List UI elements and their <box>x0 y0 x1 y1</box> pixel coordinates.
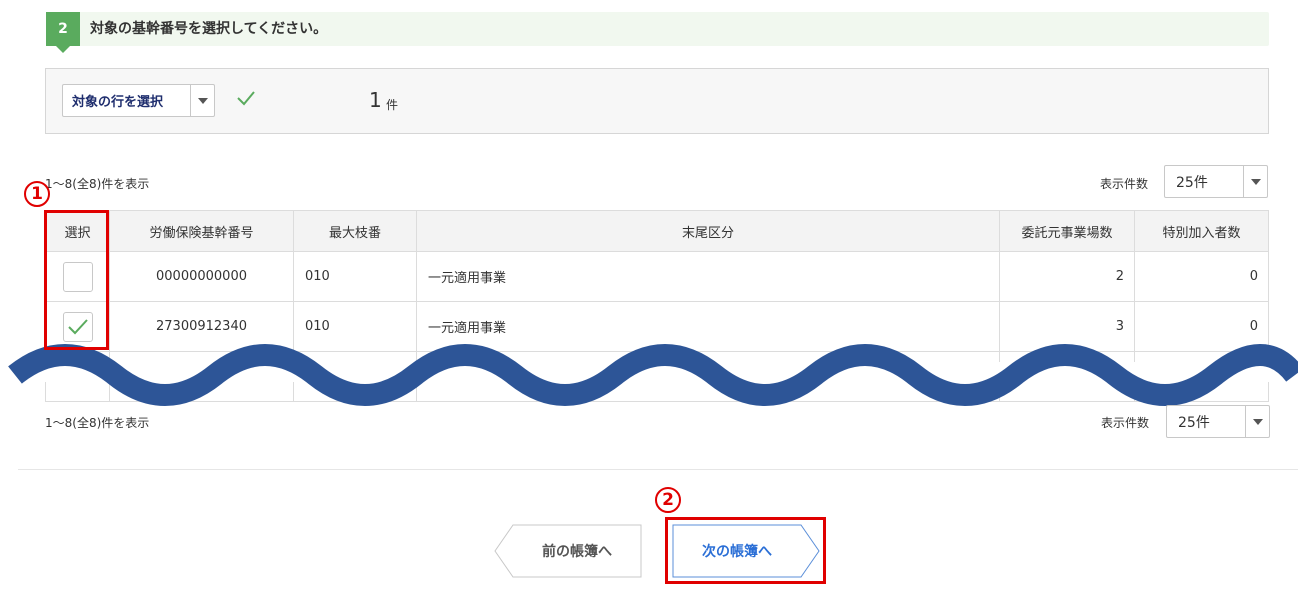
range-text-top: 1～8(全8)件を表示 <box>45 177 150 191</box>
col-header-category: 末尾区分 <box>416 210 1000 252</box>
annotation-marker-1: 1 <box>24 181 50 207</box>
check-icon <box>237 91 255 106</box>
col-header-sites: 委託元事業場数 <box>999 210 1135 252</box>
col-header-branch: 最大枝番 <box>293 210 417 252</box>
per-page-label-top: 表示件数 <box>1100 177 1149 191</box>
per-page-select-top[interactable]: 25件 <box>1164 165 1268 198</box>
select-rows-dropdown[interactable]: 対象の行を選択 <box>62 84 215 117</box>
table-row[interactable]: 00000000000 010 一元適用事業 2 0 <box>45 251 1269 302</box>
step-title: 対象の基幹番号を選択してください。 <box>90 21 328 37</box>
table-header-row: 選択 労働保険基幹番号 最大枝番 末尾区分 委託元事業場数 特別加入者数 <box>45 210 1269 252</box>
selected-count-unit: 件 <box>386 98 399 112</box>
per-page-value-top: 25件 <box>1176 174 1208 191</box>
cell-category: 一元適用事業 <box>416 251 1000 302</box>
chevron-down-icon[interactable] <box>1243 166 1267 197</box>
prev-ledger-button[interactable]: 前の帳簿へ <box>513 524 641 578</box>
per-page-label-bottom: 表示件数 <box>1101 416 1150 430</box>
annotation-box-1 <box>44 210 109 350</box>
step-number-tail <box>56 46 70 53</box>
range-text-bottom: 1～8(全8)件を表示 <box>45 416 150 430</box>
col-header-members: 特別加入者数 <box>1134 210 1269 252</box>
selection-panel <box>45 68 1269 134</box>
cell-members: 0 <box>1134 251 1269 302</box>
cell-branch: 010 <box>293 251 417 302</box>
cell-sites: 2 <box>999 251 1135 302</box>
per-page-value-bottom: 25件 <box>1178 414 1210 431</box>
cell-number: 00000000000 <box>109 251 294 302</box>
selected-count: 1 <box>369 88 382 112</box>
col-header-number: 労働保険基幹番号 <box>109 210 294 252</box>
chevron-down-icon[interactable] <box>190 85 214 116</box>
chevron-down-icon[interactable] <box>1245 406 1269 437</box>
section-divider <box>18 469 1298 470</box>
annotation-marker-2: 2 <box>655 487 681 513</box>
per-page-select-bottom[interactable]: 25件 <box>1166 405 1270 438</box>
annotation-box-2 <box>665 517 826 584</box>
select-rows-label: 対象の行を選択 <box>72 95 164 110</box>
step-number-badge: 2 <box>46 12 80 46</box>
